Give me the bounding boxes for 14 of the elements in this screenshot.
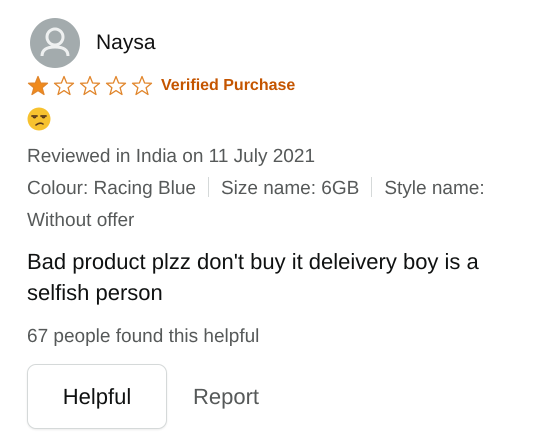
verified-purchase-label: Verified Purchase — [161, 76, 296, 94]
author-name: Naysa — [96, 31, 156, 55]
filled-star-icon — [27, 75, 49, 96]
empty-star-icon — [79, 75, 101, 96]
helpful-button[interactable]: Helpful — [27, 364, 167, 429]
empty-star-icon — [53, 75, 75, 96]
review-text: Bad product plzz don't buy it deleivery boy is a selfish person — [27, 248, 480, 307]
review-date: Reviewed in India on 11 July 2021 — [27, 145, 316, 169]
product-details: Colour: Racing Blue Size name: 6GB Style name: Without offer — [27, 176, 486, 233]
helpful-count: 67 people found this helpful — [27, 325, 260, 349]
avatar-icon — [30, 18, 80, 68]
empty-star-icon — [131, 75, 153, 96]
unamused-face-icon — [27, 107, 51, 131]
empty-star-icon — [105, 75, 127, 96]
